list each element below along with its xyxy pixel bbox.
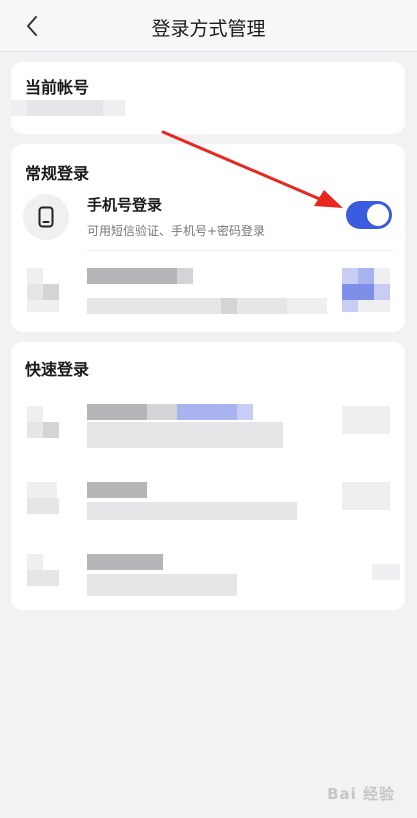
annotation-arrow — [161, 130, 343, 208]
watermark: Bai 经验 — [327, 785, 395, 803]
